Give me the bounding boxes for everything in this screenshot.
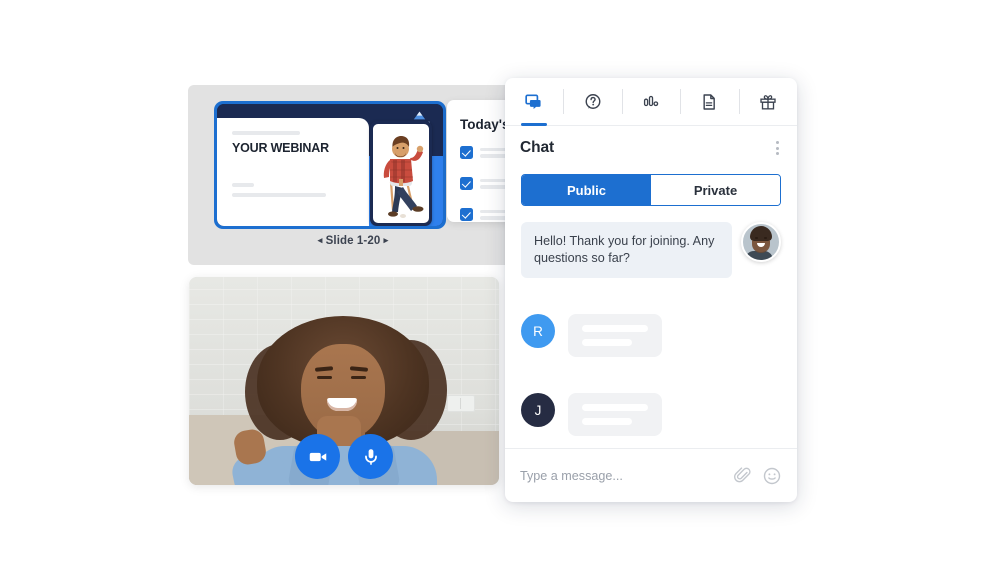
emoji-button[interactable] bbox=[762, 466, 782, 486]
tab-chat[interactable] bbox=[505, 78, 563, 126]
microphone-icon bbox=[364, 448, 377, 465]
bar-chart-icon bbox=[643, 95, 659, 106]
host-avatar bbox=[741, 222, 781, 262]
seated-person-illustration bbox=[383, 136, 424, 218]
webinar-mockup: YOUR WEBINAR Your Logo bbox=[0, 0, 1003, 583]
microphone-toggle-button[interactable] bbox=[348, 434, 393, 479]
video-camera-icon bbox=[309, 452, 326, 461]
camera-toggle-button[interactable] bbox=[295, 434, 340, 479]
chat-message-incoming: J bbox=[521, 393, 781, 436]
slide-eyebrow-line bbox=[232, 131, 300, 135]
chat-message-incoming: R bbox=[521, 314, 781, 357]
message-placeholder bbox=[568, 314, 662, 357]
logo-mark-icon bbox=[413, 111, 425, 120]
message-placeholder bbox=[568, 393, 662, 436]
chat-tabbar bbox=[505, 78, 797, 126]
kebab-menu-icon[interactable] bbox=[773, 137, 782, 159]
slide-text-area: YOUR WEBINAR bbox=[217, 118, 369, 226]
slide-navigation: ◂ Slide 1-20 ▸ bbox=[188, 235, 518, 247]
slide-title: YOUR WEBINAR bbox=[232, 141, 329, 155]
chat-composer: Type a message... bbox=[505, 448, 797, 502]
chat-title: Chat bbox=[520, 139, 555, 156]
chat-message-outgoing: Hello! Thank you for joining. Any questi… bbox=[521, 222, 781, 278]
avatar-initial: J bbox=[521, 393, 555, 427]
slide-counter-label: Slide 1-20 bbox=[325, 235, 381, 247]
checkbox-checked-icon[interactable] bbox=[460, 208, 473, 221]
chat-visibility-toggle: Public Private bbox=[521, 174, 781, 206]
avatar-initial: R bbox=[521, 314, 555, 348]
paperclip-icon bbox=[734, 467, 751, 483]
message-input[interactable]: Type a message... bbox=[520, 469, 723, 483]
attach-button[interactable] bbox=[733, 466, 752, 485]
tab-polls[interactable] bbox=[621, 78, 680, 125]
tab-qa[interactable] bbox=[563, 78, 621, 125]
chat-message-list: Hello! Thank you for joining. Any questi… bbox=[505, 206, 797, 448]
slide-sub-line-long bbox=[232, 193, 326, 197]
segment-private[interactable]: Private bbox=[651, 175, 780, 205]
chat-bubble-icon bbox=[525, 94, 541, 109]
tab-handouts[interactable] bbox=[680, 78, 738, 125]
checkbox-checked-icon[interactable] bbox=[460, 146, 473, 159]
video-controls bbox=[295, 434, 393, 479]
chat-panel: Chat Public Private Hello! Thank you for… bbox=[505, 78, 797, 502]
gift-icon bbox=[760, 94, 776, 109]
message-text: Hello! Thank you for joining. Any questi… bbox=[521, 222, 732, 278]
phone-screen bbox=[373, 124, 429, 223]
document-icon bbox=[703, 93, 716, 110]
slide-next-button[interactable]: ▸ bbox=[384, 235, 389, 245]
chat-header: Chat bbox=[505, 126, 797, 170]
video-panel bbox=[189, 277, 499, 485]
agenda-title: Today's bbox=[460, 117, 510, 132]
smiley-icon bbox=[763, 467, 781, 484]
tab-offers[interactable] bbox=[738, 78, 797, 125]
slide-prev-button[interactable]: ◂ bbox=[318, 235, 323, 245]
active-tab-indicator bbox=[521, 123, 548, 126]
question-circle-icon bbox=[585, 93, 601, 109]
slide-sub-line-short bbox=[232, 183, 254, 187]
checkbox-checked-icon[interactable] bbox=[460, 177, 473, 190]
segment-public[interactable]: Public bbox=[522, 175, 651, 205]
slide-content: YOUR WEBINAR Your Logo bbox=[217, 104, 443, 226]
slide-frame: YOUR WEBINAR Your Logo bbox=[214, 101, 446, 229]
slide-phone-mockup bbox=[370, 121, 432, 226]
